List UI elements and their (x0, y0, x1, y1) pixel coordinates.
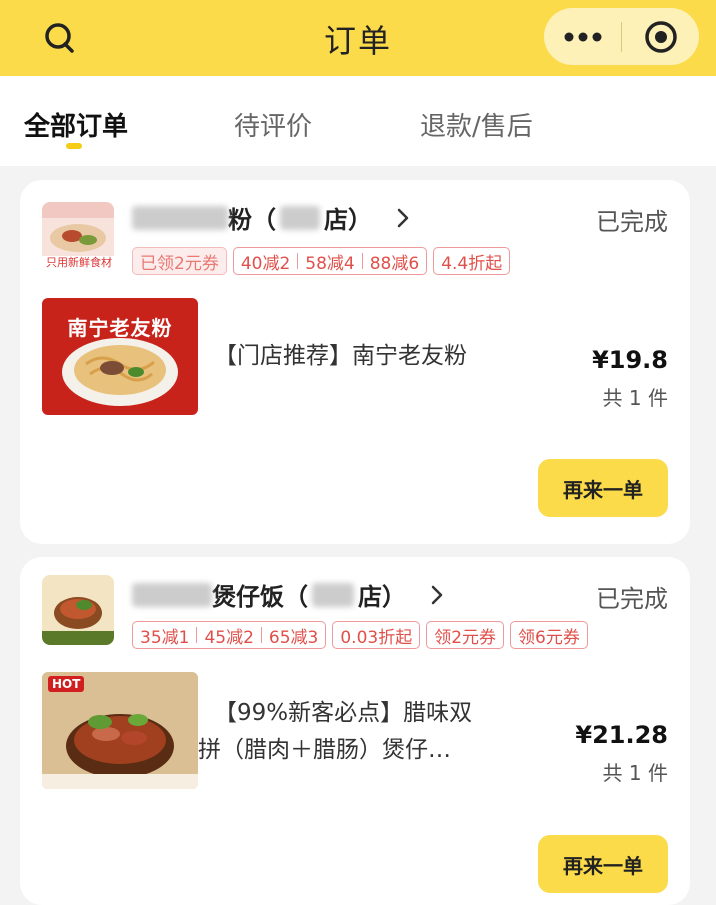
discount-tag: 40减2 58减4 88减6 (232, 247, 428, 275)
discount-tier: 65减3 (268, 627, 319, 648)
reorder-button[interactable]: 再来一单 (538, 835, 668, 893)
order-price: ¥21.28 (575, 721, 668, 749)
redacted-branch-name (312, 582, 354, 607)
discount-tier: 40减2 (240, 253, 291, 274)
promo-tags: 35减1 45减2 65减3 0.03折起 领2元券 领6元券 (132, 621, 588, 649)
product-name-line: 拼（腊肉＋腊肠）煲仔… (198, 737, 451, 763)
mini-program-capsule (544, 8, 699, 65)
store-name-suffix: 店） (324, 206, 372, 234)
product-name-line: 【99%新客必点】腊味双 (214, 700, 473, 726)
hot-badge: HOT (48, 676, 85, 692)
order-price: ¥19.8 (592, 346, 668, 374)
order-status: 已完成 (596, 585, 668, 613)
nav-header: 订单 (0, 0, 716, 76)
order-tabs: 全部订单 待评价 退款/售后 (0, 76, 716, 166)
discount-tier: 45减2 (204, 627, 254, 648)
reorder-button[interactable]: 再来一单 (538, 459, 668, 517)
order-card: 只用新鲜食材 粉（ 店） 已完成 已领2元券 40减2 58减4 88减6 4.… (20, 180, 690, 544)
tab-all-orders[interactable]: 全部订单 (24, 106, 128, 143)
discount-tag: 35减1 45减2 65减3 (132, 621, 327, 649)
store-name-suffix: 店） (358, 583, 406, 611)
order-quantity: 共 1 件 (602, 386, 668, 410)
coupon-tag: 已领2元券 (132, 247, 227, 275)
product-image[interactable]: HOT (42, 672, 198, 789)
chevron-right-icon (430, 584, 444, 606)
order-quantity: 共 1 件 (602, 761, 668, 785)
coupon-tag: 领2元券 (426, 621, 505, 649)
tab-pending-review[interactable]: 待评价 (234, 106, 312, 143)
store-name-text: 粉（ (228, 206, 276, 234)
discount-tier: 35减1 (140, 627, 190, 648)
discount-rate-tag: 0.03折起 (332, 621, 421, 649)
active-tab-indicator (66, 143, 82, 149)
close-mini-program-button[interactable] (622, 8, 699, 65)
more-button[interactable] (544, 8, 621, 65)
product-name[interactable]: 【99%新客必点】腊味双 拼（腊肉＋腊肠）煲仔… (198, 695, 473, 769)
redacted-branch-name (280, 205, 320, 230)
more-dots-icon (564, 32, 601, 41)
chevron-right-icon (396, 207, 410, 229)
order-status: 已完成 (596, 208, 668, 236)
discount-tier: 58减4 (305, 253, 355, 274)
product-name[interactable]: 【门店推荐】南宁老友粉 (214, 338, 467, 375)
redacted-store-name (132, 582, 212, 607)
store-logo-caption: 只用新鲜食材 (46, 256, 112, 269)
product-image[interactable]: 南宁老友粉 (42, 298, 198, 415)
store-name-text: 煲仔饭（ (212, 583, 308, 611)
product-image-caption: 南宁老友粉 (67, 316, 173, 340)
tab-refund-aftersale[interactable]: 退款/售后 (420, 106, 533, 143)
discount-rate-tag: 4.4折起 (433, 247, 511, 275)
promo-tags: 已领2元券 40减2 58减4 88减6 4.4折起 (132, 247, 511, 275)
redacted-store-name (132, 205, 228, 230)
coupon-tag: 领6元券 (510, 621, 588, 649)
store-name-link[interactable]: 粉（ 店） (132, 200, 410, 235)
target-icon (644, 20, 677, 53)
discount-tier: 88减6 (369, 253, 420, 274)
store-name-link[interactable]: 煲仔饭（ 店） (132, 577, 444, 612)
order-card: 煲仔饭（ 店） 已完成 35减1 45减2 65减3 0.03折起 领2元券 领… (20, 557, 690, 905)
store-logo[interactable] (42, 575, 114, 645)
